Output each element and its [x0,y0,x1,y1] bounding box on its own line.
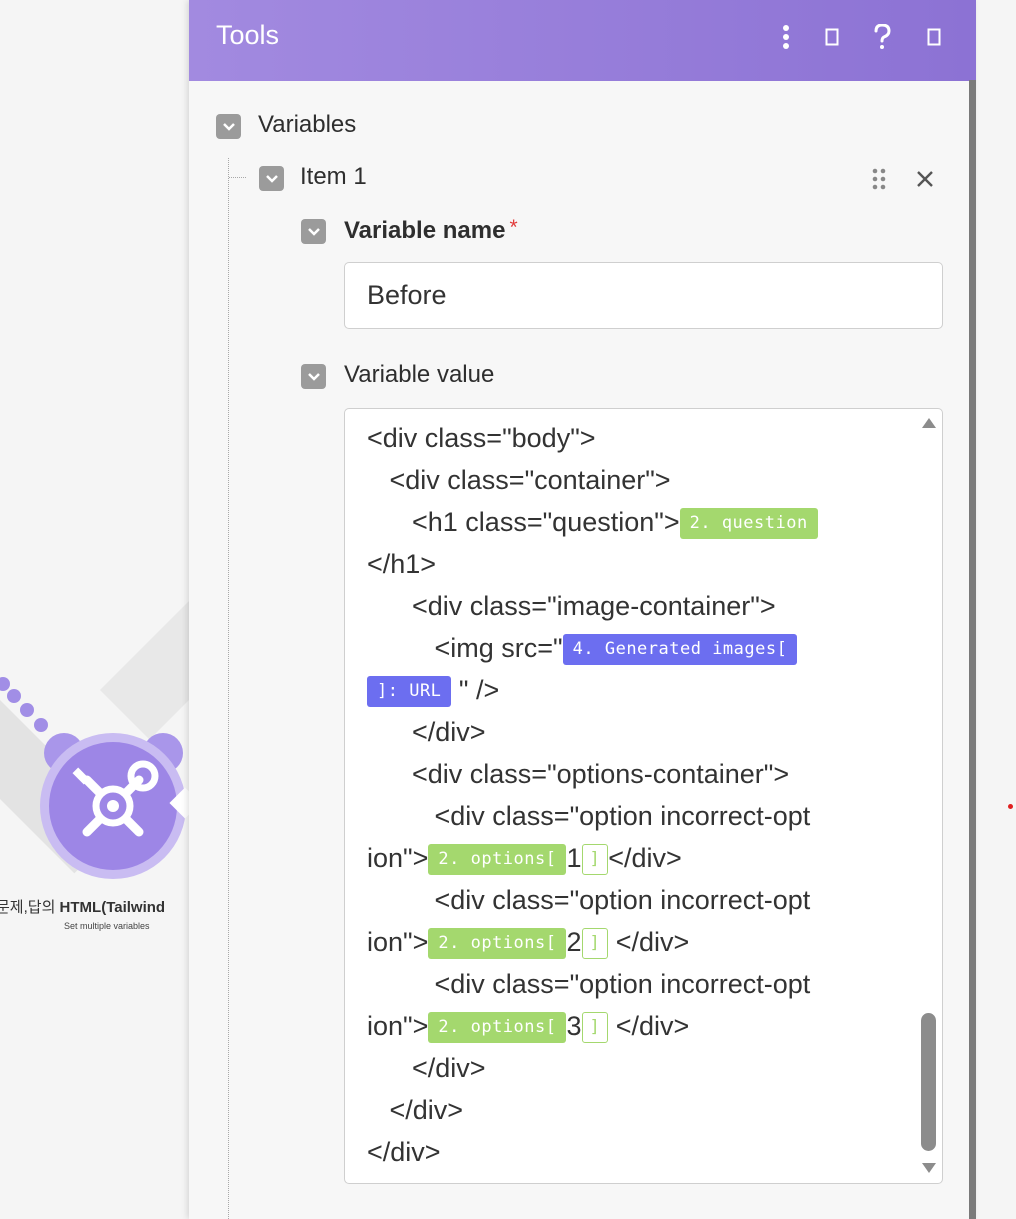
variable-value-editor[interactable]: <div class="body"> <div class="container… [344,408,943,1184]
code-line: <div class="option incorrect-opt [367,969,811,999]
connector-dot [0,677,10,691]
variable-name-label: Variable name * [344,216,518,244]
code-line: <div class="image-container"> [367,591,776,621]
window-icon[interactable] [817,22,847,52]
mapped-variable-pill[interactable]: ] [581,928,609,959]
code-line: </div> [367,717,486,747]
module-subtitle: Set multiple variables [64,921,150,931]
variable-value-label: Variable value [344,361,495,388]
code-content[interactable]: <div class="body"> <div class="container… [367,417,897,1173]
remove-item-icon[interactable] [915,169,935,194]
mapped-variable-pill[interactable]: ] [581,1012,609,1043]
mapped-variable-pill[interactable]: ] [581,844,609,875]
code-line: <h1 class="question"> 2. question [367,501,897,543]
connector-dot [34,718,48,732]
variables-collapse-toggle[interactable] [216,114,241,139]
code-line: </div> [367,1137,441,1167]
code-line: <div class="option incorrect-opt [367,885,811,915]
variable-name-input[interactable] [344,262,943,329]
variables-label: Variables [258,111,357,138]
panel-title: Tools [216,20,280,50]
code-line: </h1> [367,549,437,579]
module-title: 문제,답의 HTML(Tailwind [0,899,166,916]
help-icon[interactable] [867,22,897,52]
mapped-variable-pill[interactable]: 2. options[ [428,1012,567,1043]
tools-module-node[interactable] [40,733,186,879]
code-line: ion"> 2. options[1] </div> [367,843,682,875]
mapped-variable-pill[interactable]: 2. options[ [428,928,567,959]
connector-dot [7,689,21,703]
expand-icon[interactable] [919,22,949,52]
editor-scrollbar-thumb[interactable] [921,1013,936,1151]
code-line: <div class="options-container"> [367,759,790,789]
chevron-down-icon [307,372,320,381]
chevron-down-icon [307,227,320,236]
tree-guide [229,177,246,178]
scroll-up-arrow-icon[interactable] [921,416,937,430]
code-line: <div class="body"> [367,423,596,453]
code-line: </div> [367,1053,486,1083]
code-line: ion"> 2. options[2] </div> [367,927,690,959]
panel-header: Tools [189,0,976,81]
chevron-down-icon [265,174,278,183]
mapped-variable-pill[interactable]: 4. Generated images[ [562,634,798,665]
mapped-variable-pill[interactable]: ]: URL [367,676,452,707]
item-label: Item 1 [300,163,367,190]
more-menu-icon[interactable] [771,22,801,52]
cursor-dot [1008,804,1013,809]
code-line: <div class="option incorrect-opt [367,801,811,831]
code-line: ion"> 2. options[3] </div> [367,1011,690,1043]
code-line: <img src=" 4. Generated images[ [367,627,897,669]
panel-scrollbar[interactable] [969,80,976,1219]
code-line: </div> [367,1095,464,1125]
tree-guide [228,158,229,1219]
item-collapse-toggle[interactable] [259,166,284,191]
chevron-down-icon [222,122,235,131]
mapped-variable-pill[interactable]: 2. options[ [428,844,567,875]
mapped-variable-pill[interactable]: 2. question [679,508,818,539]
variable-name-toggle[interactable] [301,219,326,244]
connector-dot [20,703,34,717]
required-mark: * [509,216,518,239]
tools-icon [72,760,159,837]
scroll-down-arrow-icon[interactable] [921,1161,937,1175]
drag-handle-icon[interactable] [871,167,887,196]
variable-value-toggle[interactable] [301,364,326,389]
code-line: ]: URL " /> [367,669,897,711]
code-line: <div class="container"> [367,465,671,495]
